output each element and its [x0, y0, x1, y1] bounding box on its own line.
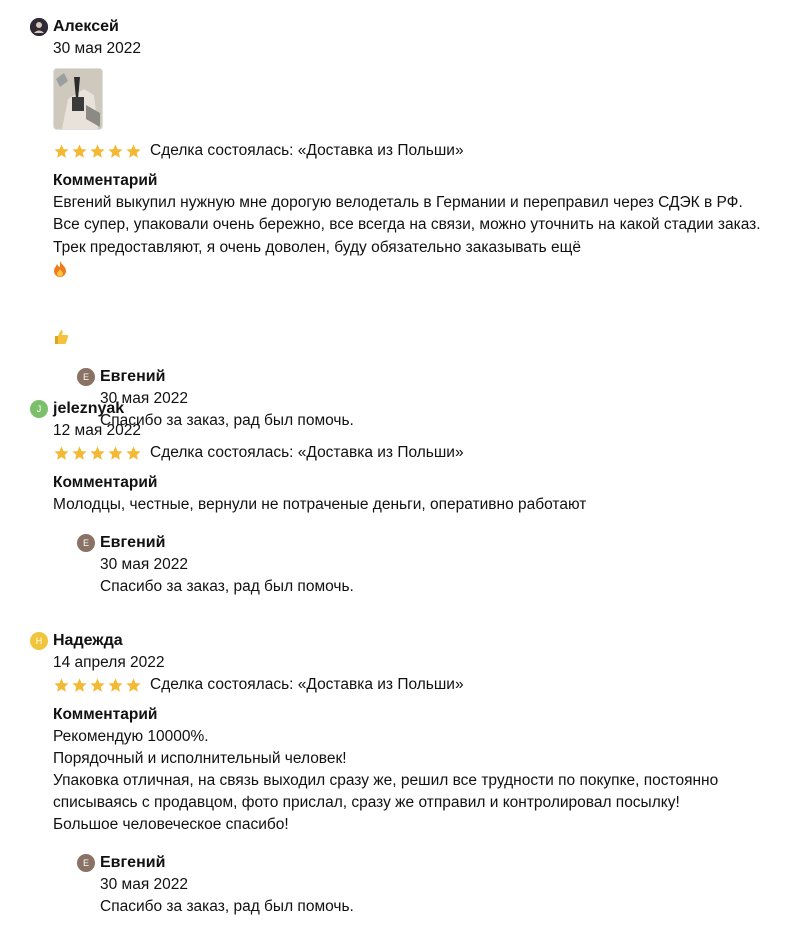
rating-stars: [53, 445, 143, 462]
star-icon: [125, 143, 142, 160]
review-author-row: Алексей: [30, 16, 780, 38]
comment-text: Рекомендую 10000%. Порядочный и исполнит…: [53, 728, 719, 833]
avatar[interactable]: [30, 18, 48, 36]
reply-author-row: Е Евгений: [77, 532, 780, 554]
star-icon: [125, 677, 142, 694]
review-date: 30 мая 2022: [53, 40, 142, 57]
avatar-initial: Е: [82, 372, 89, 382]
review-card: J jeleznyak 12 мая 2022 Сделка состоялас…: [30, 398, 780, 598]
deal-status: Сделка состоялась: «Доставка из Польши»: [150, 676, 464, 693]
comment-text-body: Евгений выкупил нужную мне дорогую велод…: [53, 194, 761, 256]
star-icon: [53, 143, 70, 160]
reply-date: 30 мая 2022: [100, 876, 189, 893]
review-card: Н Надежда 14 апреля 2022 Сделка состояла…: [30, 630, 780, 918]
rating-row: Сделка состоялась: «Доставка из Польши»: [53, 442, 780, 464]
star-icon: [89, 677, 106, 694]
review-author-name[interactable]: Алексей: [53, 18, 119, 36]
deal-status: Сделка состоялась: «Доставка из Польши»: [150, 142, 464, 159]
review-author-name[interactable]: Надежда: [53, 632, 123, 650]
avatar-initial: Е: [82, 858, 89, 868]
seller-reply: Е Евгений 30 мая 2022 Спасибо за заказ, …: [77, 852, 780, 918]
thumbs-up-icon: [53, 330, 69, 346]
reply-author-name[interactable]: Евгений: [100, 854, 165, 872]
comment-heading: Комментарий: [53, 474, 158, 491]
deal-status: Сделка состоялась: «Доставка из Польши»: [150, 444, 464, 461]
comment-heading: Комментарий: [53, 172, 158, 189]
comment-text: Евгений выкупил нужную мне дорогую велод…: [53, 192, 763, 350]
fire-icon: [53, 261, 67, 278]
star-icon: [71, 143, 88, 160]
comment-heading: Комментарий: [53, 706, 158, 723]
reply-author-name[interactable]: Евгений: [100, 534, 165, 552]
review-card: Алексей 30 мая 2022 Сделка состоялась: «…: [30, 16, 780, 432]
review-date: 12 мая 2022: [53, 422, 142, 439]
star-icon: [89, 445, 106, 462]
avatar[interactable]: J: [30, 400, 48, 418]
star-icon: [53, 677, 70, 694]
review-author-row: J jeleznyak: [30, 398, 780, 420]
reply-author-row: Е Евгений: [77, 366, 780, 388]
rating-stars: [53, 677, 143, 694]
avatar-initial: J: [36, 404, 42, 414]
review-date: 14 апреля 2022: [53, 654, 165, 671]
avatar-initial: Е: [82, 538, 89, 548]
avatar[interactable]: Е: [77, 368, 95, 386]
star-icon: [107, 143, 124, 160]
star-icon: [107, 677, 124, 694]
reply-author-name[interactable]: Евгений: [100, 368, 165, 386]
user-photo-icon: [30, 18, 48, 36]
star-icon: [71, 677, 88, 694]
review-photo-thumbnail[interactable]: [53, 68, 103, 130]
avatar-initial: Н: [35, 636, 43, 646]
review-author-row: Н Надежда: [30, 630, 780, 652]
rating-row: Сделка состоялась: «Доставка из Польши»: [53, 140, 780, 162]
reply-text: Спасибо за заказ, рад был помочь.: [100, 898, 354, 915]
reply-date: 30 мая 2022: [100, 556, 189, 573]
seller-reply: Е Евгений 30 мая 2022 Спасибо за заказ, …: [77, 532, 780, 598]
reply-text: Спасибо за заказ, рад был помочь.: [100, 578, 354, 595]
star-icon: [89, 143, 106, 160]
avatar[interactable]: Н: [30, 632, 48, 650]
rating-row: Сделка состоялась: «Доставка из Польши»: [53, 674, 780, 696]
star-icon: [125, 445, 142, 462]
reply-author-row: Е Евгений: [77, 852, 780, 874]
star-icon: [107, 445, 124, 462]
rating-stars: [53, 143, 143, 160]
star-icon: [71, 445, 88, 462]
avatar[interactable]: Е: [77, 534, 95, 552]
star-icon: [53, 445, 70, 462]
review-author-name[interactable]: jeleznyak: [53, 400, 124, 418]
comment-text: Молодцы, честные, вернули не потраченые …: [53, 496, 587, 513]
avatar[interactable]: Е: [77, 854, 95, 872]
